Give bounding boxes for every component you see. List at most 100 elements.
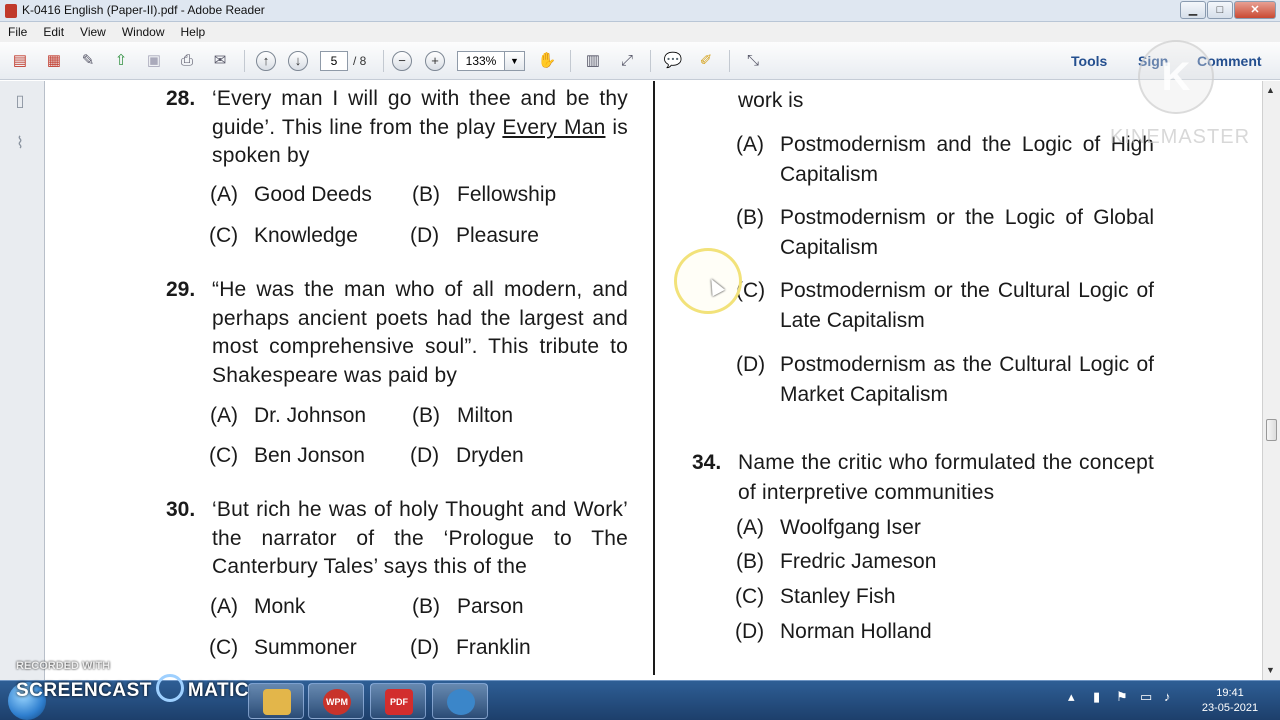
next-page-icon[interactable]: ↓: [288, 51, 308, 71]
option-letter: (B): [736, 550, 764, 573]
print-icon[interactable]: ⎙: [176, 51, 198, 71]
option-text: Dryden: [456, 444, 524, 467]
email-icon[interactable]: ✉: [209, 51, 231, 71]
screencast-logo-icon: [155, 674, 184, 702]
option-letter: (B): [412, 404, 440, 427]
title-bar: K-0416 English (Paper-II).pdf - Adobe Re…: [0, 0, 1280, 22]
option-c: (C) Postmodernism or the Cultural Logic …: [736, 276, 1156, 340]
menu-edit[interactable]: Edit: [43, 25, 64, 39]
window-controls: ▁ □ ✕: [1180, 1, 1276, 19]
display-icon[interactable]: ▭: [1140, 689, 1152, 705]
tools-pane-button[interactable]: Tools: [1071, 53, 1107, 69]
adobe-reader-icon: PDF: [385, 689, 413, 715]
taskbar-item[interactable]: [248, 683, 304, 719]
option-a: (A) Postmodernism and the Logic of High …: [736, 130, 1156, 194]
minimize-button[interactable]: ▁: [1180, 1, 1206, 19]
question-number: 29.: [166, 278, 196, 301]
option-letter: (D): [410, 444, 440, 467]
clock-date: 23-05-2021: [1201, 702, 1259, 714]
highlight-icon[interactable]: ✐: [695, 51, 717, 71]
volume-icon[interactable]: ♪: [1164, 689, 1171, 704]
option-text: Norman Holland: [780, 620, 932, 643]
comment-icon[interactable]: 💬: [662, 51, 684, 71]
option-text: Dr. Johnson: [254, 404, 367, 427]
close-button[interactable]: ✕: [1234, 1, 1276, 19]
system-clock[interactable]: 19:41 23-05-2021: [1198, 686, 1262, 716]
option-text: Postmodernism and the Logic of High Capi…: [780, 133, 1154, 186]
vertical-scrollbar[interactable]: ▲ ▼: [1262, 81, 1280, 680]
question-29-text: “He was the man who of all modern, and p…: [212, 278, 628, 387]
fit-width-icon[interactable]: ⤢: [616, 51, 638, 71]
option-text: Postmodernism or the Cultural Logic of L…: [780, 279, 1154, 332]
toolbar-separator: [244, 50, 245, 72]
scrollbar-thumb[interactable]: [1266, 419, 1277, 441]
adobe-reader-icon: [5, 4, 17, 18]
window-title: K-0416 English (Paper-II).pdf - Adobe Re…: [22, 3, 265, 17]
option-letter: (B): [412, 183, 440, 206]
upload-icon[interactable]: ⇧: [110, 51, 132, 71]
option-text: Franklin: [456, 636, 531, 659]
taskbar-item[interactable]: PDF: [370, 683, 426, 719]
option-text: Postmodernism or the Logic of Global Cap…: [780, 206, 1154, 259]
screencast-icon: [447, 689, 475, 715]
zoom-in-button[interactable]: +: [425, 51, 445, 71]
menu-window[interactable]: Window: [122, 25, 165, 39]
attachments-icon[interactable]: ⌇: [11, 133, 29, 153]
page-number-input[interactable]: 5: [320, 51, 348, 71]
option-text: Pleasure: [456, 224, 539, 247]
option-text: Knowledge: [254, 224, 358, 247]
export-pdf-icon[interactable]: ▦: [43, 51, 65, 71]
select-tool-icon[interactable]: ✋: [536, 51, 558, 71]
option-text: Woolfgang Iser: [780, 516, 921, 539]
option-letter: (B): [412, 595, 440, 618]
toolbar-separator: [383, 50, 384, 72]
page-thumbnails-icon[interactable]: ▯: [11, 91, 29, 111]
maximize-button[interactable]: □: [1207, 1, 1233, 19]
fullscreen-icon[interactable]: ⤡: [742, 51, 764, 71]
menu-view[interactable]: View: [80, 25, 106, 39]
option-letter: (A): [210, 183, 238, 206]
question-33-text-tail: work is: [738, 89, 804, 112]
question-number: 34.: [692, 451, 722, 474]
option-text: Summoner: [254, 636, 357, 659]
fit-page-icon[interactable]: ▥: [582, 51, 604, 71]
navigation-pane: ▯ ⌇: [0, 81, 45, 680]
option-text: Postmodernism as the Cultural Logic of M…: [780, 353, 1154, 406]
zoom-level-input[interactable]: 133%: [457, 51, 505, 71]
option-letter: (A): [210, 595, 238, 618]
option-text: Monk: [254, 595, 306, 618]
option-text: Fredric Jameson: [780, 550, 937, 573]
taskbar-item[interactable]: [432, 683, 488, 719]
kinemaster-watermark: KINEMASTER: [1110, 126, 1251, 148]
page-total: / 8: [353, 54, 367, 68]
option-text: Stanley Fish: [780, 585, 896, 608]
prev-page-icon[interactable]: ↑: [256, 51, 276, 71]
menu-file[interactable]: File: [8, 25, 27, 39]
flag-icon[interactable]: ⚑: [1116, 689, 1128, 705]
wpm-icon: WPM: [323, 689, 351, 715]
network-icon[interactable]: ▮: [1093, 689, 1100, 705]
option-letter: (D): [410, 224, 440, 247]
menu-help[interactable]: Help: [181, 25, 206, 39]
option-text: Ben Jonson: [254, 444, 365, 467]
clock-time: 19:41: [1216, 687, 1244, 699]
create-pdf-icon[interactable]: ▤: [9, 51, 31, 71]
option-letter: (C): [209, 636, 239, 659]
save-icon[interactable]: ▣: [143, 51, 165, 71]
question-28-text: ‘Every man I will go with thee and be th…: [212, 87, 628, 167]
taskbar-item[interactable]: WPM: [308, 683, 364, 719]
option-letter: (A): [210, 404, 238, 427]
scroll-down-icon[interactable]: ▼: [1266, 665, 1275, 675]
file-explorer-icon: [263, 689, 291, 715]
kinemaster-logo: K: [1138, 40, 1214, 114]
edit-icon[interactable]: ✎: [77, 51, 99, 71]
zoom-out-button[interactable]: −: [392, 51, 412, 71]
option-text: Parson: [457, 595, 524, 618]
zoom-dropdown-button[interactable]: ▼: [505, 51, 525, 71]
question-30-text: ‘But rich he was of holy Thought and Wor…: [212, 498, 628, 578]
scroll-up-icon[interactable]: ▲: [1266, 85, 1275, 95]
screencast-watermark: SCREENCAST MATIC: [16, 674, 249, 702]
option-text: Fellowship: [457, 183, 557, 206]
option-letter: (C): [735, 585, 765, 608]
show-hidden-icons-icon[interactable]: ▴: [1068, 689, 1075, 705]
